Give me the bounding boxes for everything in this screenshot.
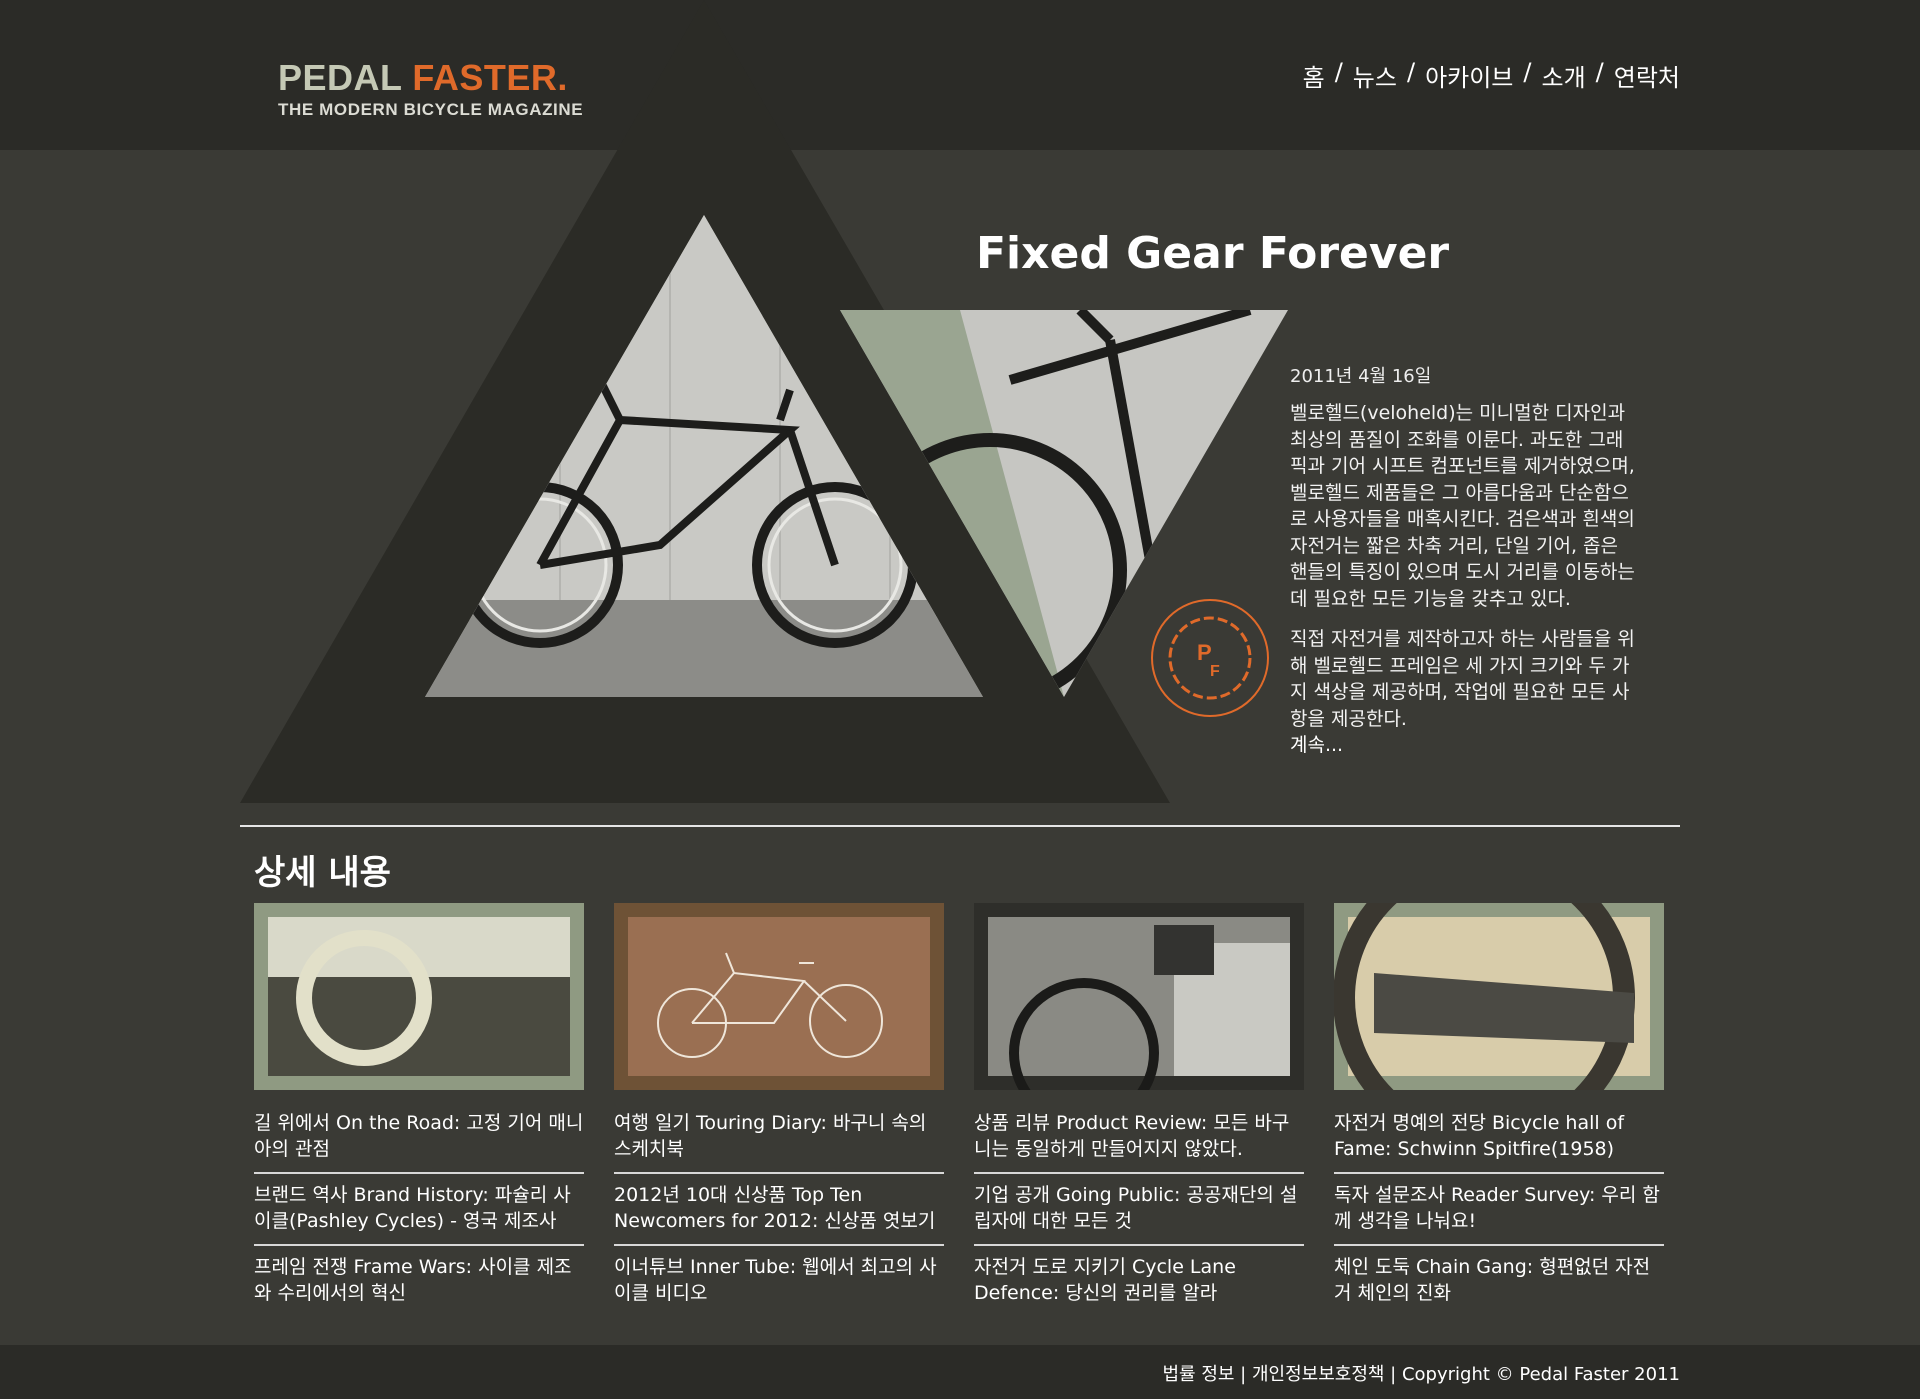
nav-separator: / xyxy=(1406,58,1416,86)
article-link[interactable]: 길 위에서 On the Road: 고정 기어 매니아의 관점 xyxy=(254,1102,584,1174)
hero-date: 2011년 4월 16일 xyxy=(1290,366,1432,387)
article-link[interactable]: 상품 리뷰 Product Review: 모든 바구니는 동일하게 만들어지지… xyxy=(974,1102,1304,1174)
hero-body: 벨로헬드(veloheld)는 미니멀한 디자인과 최상의 품질이 조화를 이룬… xyxy=(1290,400,1640,759)
article-link[interactable]: 브랜드 역사 Brand History: 파슐리 사이클(Pashley Cy… xyxy=(254,1174,584,1246)
hero-title[interactable]: Fixed Gear Forever xyxy=(976,228,1449,279)
svg-text:F: F xyxy=(1210,663,1220,680)
logo-word-faster: FASTER. xyxy=(412,57,568,98)
nav-home[interactable]: 홈 xyxy=(1303,58,1325,93)
article-link[interactable]: 이너튜브 Inner Tube: 웹에서 최고의 사이클 비디오 xyxy=(614,1246,944,1316)
article-link[interactable]: 프레임 전쟁 Frame Wars: 사이클 제조와 수리에서의 혁신 xyxy=(254,1246,584,1316)
article-column-1: 길 위에서 On the Road: 고정 기어 매니아의 관점 브랜드 역사 … xyxy=(254,903,584,1316)
article-link[interactable]: 기업 공개 Going Public: 공공재단의 설립자에 대한 모든 것 xyxy=(974,1174,1304,1246)
thumbnail-basket-photo[interactable] xyxy=(974,903,1304,1090)
footer-links[interactable]: 법률 정보 | 개인정보보호정책 | Copyright © Pedal Fas… xyxy=(1163,1360,1681,1386)
nav-separator: / xyxy=(1334,58,1343,86)
logo-word-pedal: PEDAL xyxy=(278,57,402,98)
thumbnail-road-photo[interactable] xyxy=(254,903,584,1090)
section-divider xyxy=(240,825,1680,827)
pf-badge-icon: P F xyxy=(1151,599,1269,717)
article-column-4: 자전거 명예의 전당 Bicycle hall of Fame: Schwinn… xyxy=(1334,903,1664,1316)
article-link[interactable]: 자전거 도로 지키기 Cycle Lane Defence: 당신의 권리를 알… xyxy=(974,1246,1304,1316)
svg-text:P: P xyxy=(1197,640,1212,665)
read-more-link[interactable]: 계속... xyxy=(1290,732,1640,759)
article-column-3: 상품 리뷰 Product Review: 모든 바구니는 동일하게 만들어지지… xyxy=(974,903,1304,1316)
main-nav: 홈 / 뉴스 / 아카이브 / 소개 / 연락처 xyxy=(1303,58,1680,93)
site-logo[interactable]: PEDAL FASTER. THE MODERN BICYCLE MAGAZIN… xyxy=(278,58,583,120)
section-title: 상세 내용 xyxy=(254,853,391,893)
article-link[interactable]: 독자 설문조사 Reader Survey: 우리 함께 생각을 나눠요! xyxy=(1334,1174,1664,1246)
nav-about[interactable]: 소개 xyxy=(1541,58,1585,93)
article-link[interactable]: 2012년 10대 신상품 Top Ten Newcomers for 2012… xyxy=(614,1174,944,1246)
thumbnail-bike-sketch[interactable] xyxy=(614,903,944,1090)
article-link[interactable]: 여행 일기 Touring Diary: 바구니 속의 스케치북 xyxy=(614,1102,944,1174)
article-link[interactable]: 체인 도둑 Chain Gang: 형편없던 자전거 체인의 진화 xyxy=(1334,1246,1664,1316)
logo-tagline: THE MODERN BICYCLE MAGAZINE xyxy=(278,100,584,119)
nav-archive[interactable]: 아카이브 xyxy=(1425,58,1513,93)
logo-wordmark: PEDAL FASTER. xyxy=(278,58,583,98)
hero-paragraph-1: 벨로헬드(veloheld)는 미니멀한 디자인과 최상의 품질이 조화를 이룬… xyxy=(1290,402,1635,610)
nav-contact[interactable]: 연락처 xyxy=(1614,58,1680,93)
nav-news[interactable]: 뉴스 xyxy=(1353,58,1397,93)
thumbnail-spitfire-photo[interactable] xyxy=(1334,903,1664,1090)
nav-separator: / xyxy=(1523,58,1532,86)
article-link[interactable]: 자전거 명예의 전당 Bicycle hall of Fame: Schwinn… xyxy=(1334,1102,1664,1174)
article-column-2: 여행 일기 Touring Diary: 바구니 속의 스케치북 2012년 1… xyxy=(614,903,944,1316)
nav-separator: / xyxy=(1595,58,1604,86)
hero-paragraph-2: 직접 자전거를 제작하고자 하는 사람들을 위해 벨로헬드 프레임은 세 가지 … xyxy=(1290,628,1635,730)
